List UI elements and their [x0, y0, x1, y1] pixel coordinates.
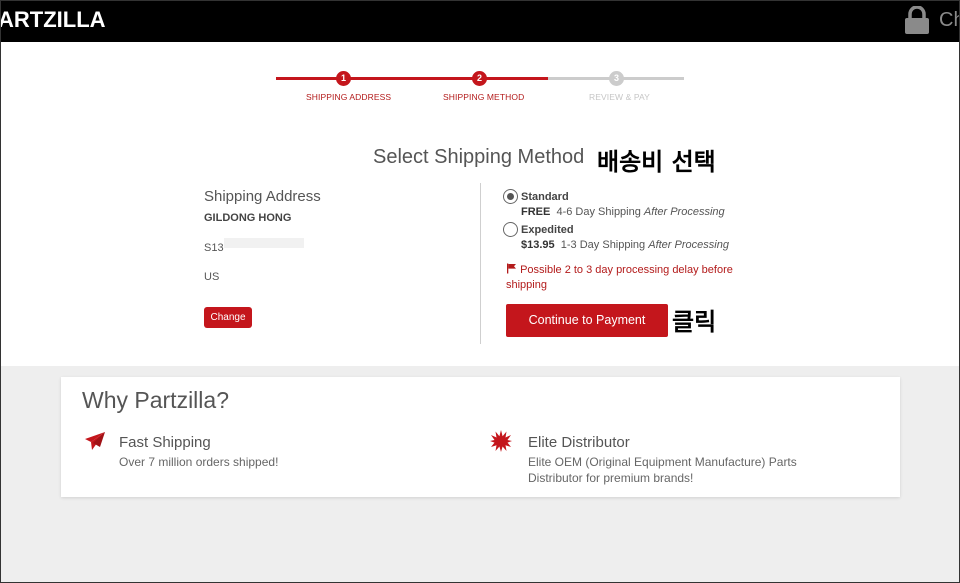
fast-shipping-title: Fast Shipping [119, 434, 211, 451]
expedited-suffix: After Processing [648, 239, 729, 251]
expedited-option-detail: $13.95 1-3 Day Shipping After Processing [521, 239, 729, 251]
processing-delay-warning: Possible 2 to 3 day processing delay bef… [506, 263, 736, 293]
annotation-select-shipping: 배송비 선택 [597, 148, 716, 176]
expedited-price: $13.95 [521, 239, 555, 251]
flag-icon [507, 263, 516, 274]
why-partzilla-title: Why Partzilla? [82, 387, 229, 413]
annotation-click: 클릭 [672, 308, 717, 336]
redacted-address [224, 238, 304, 248]
change-address-button[interactable]: Change [204, 307, 252, 328]
elite-distributor-desc: Elite OEM (Original Equipment Manufactur… [528, 455, 797, 485]
address-country: US [204, 271, 220, 283]
lock-icon [905, 6, 929, 34]
top-header: ARTZILLA Ch [0, 0, 960, 42]
step-label-shipping-method: SHIPPING METHOD [443, 92, 525, 102]
standard-price: FREE [521, 206, 551, 218]
page-title: Select Shipping Method [373, 146, 585, 168]
expedited-radio[interactable] [503, 222, 518, 237]
site-logo[interactable]: ARTZILLA [0, 7, 106, 33]
column-divider [480, 183, 481, 344]
expedited-desc: 1-3 Day Shipping [560, 239, 646, 251]
standard-suffix: After Processing [643, 206, 725, 218]
step-label-shipping-address[interactable]: SHIPPING ADDRESS [306, 92, 391, 102]
shipping-address-heading: Shipping Address [204, 188, 321, 205]
step-3-dot: 3 [609, 71, 624, 86]
paper-plane-icon [85, 432, 105, 450]
warning-text: Possible 2 to 3 day processing delay bef… [506, 264, 733, 291]
progress-line-complete [276, 77, 548, 80]
step-1-dot: 1 [336, 71, 351, 86]
continue-to-payment-button[interactable]: Continue to Payment [506, 304, 668, 337]
checkout-label-truncated: Ch [939, 9, 960, 31]
standard-option-detail: FREE 4-6 Day Shipping After Processing [521, 206, 725, 218]
standard-radio[interactable] [503, 189, 518, 204]
recipient-name: GILDONG HONG [204, 212, 292, 224]
standard-option-name[interactable]: Standard [521, 191, 569, 203]
radio-selected-dot [507, 193, 514, 200]
step-label-review-pay: REVIEW & PAY [589, 92, 650, 102]
starburst-icon [490, 430, 512, 452]
expedited-option-name[interactable]: Expedited [521, 224, 574, 236]
address-line: S13 [204, 242, 224, 254]
elite-distributor-title: Elite Distributor [528, 434, 630, 451]
fast-shipping-desc: Over 7 million orders shipped! [119, 455, 279, 469]
step-2-dot: 2 [472, 71, 487, 86]
standard-desc: 4-6 Day Shipping [556, 206, 641, 218]
